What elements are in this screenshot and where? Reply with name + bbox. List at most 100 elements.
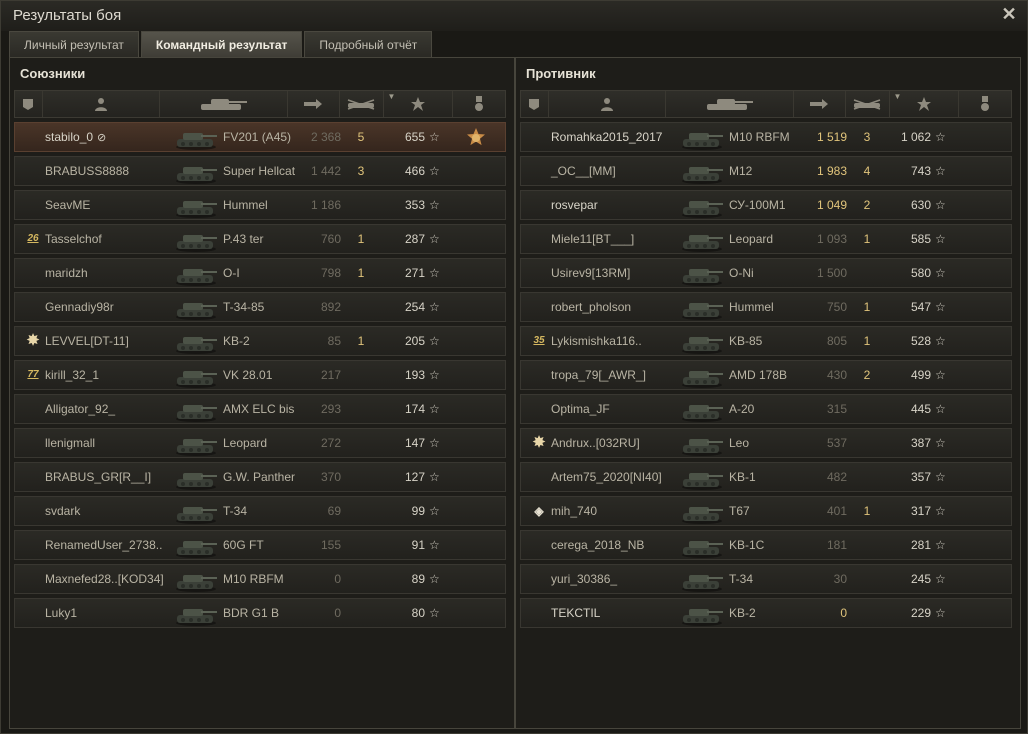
header-vehicle-icon[interactable] [666,91,794,117]
player-row[interactable]: TEKCTIL KB-2 0 229 ☆ [520,598,1012,628]
player-name-cell: Alligator_92_ [21,395,171,423]
player-row[interactable]: stabilo_0 ⊘ FV201 (A45) 2 368 5 655 ☆ [14,122,506,152]
player-row[interactable]: 26 Tasselchof P.43 ter 760 1 287 ☆ [14,224,506,254]
player-name-cell: ✸ LEVVEL[DT-11] [21,327,171,355]
rank-badge-icon: 35 [533,335,545,346]
tank-icon [679,397,725,423]
player-row[interactable]: Alligator_92_ AMX ELC bis 293 174 ☆ [14,394,506,424]
xp-value: 229 [910,606,931,620]
header-player-icon[interactable] [549,91,667,117]
player-row[interactable]: Usirev9[13RM] O-Ni 1 500 580 ☆ [520,258,1012,288]
damage-value: 2 368 [310,130,341,144]
player-name: Gennadiy98r [45,300,114,314]
tank-icon [173,465,219,491]
player-name-cell: Usirev9[13RM] [527,259,677,287]
xp-star-icon: ☆ [935,572,946,586]
close-icon[interactable]: ✕ [999,4,1019,24]
tank-icon [679,261,725,287]
tank-icon [679,533,725,559]
header-kills-icon[interactable] [340,91,384,117]
player-row[interactable]: cerega_2018_NB KB-1C 181 281 ☆ [520,530,1012,560]
player-row[interactable]: rosvepar СУ-100М1 1 049 2 630 ☆ [520,190,1012,220]
tank-icon [679,295,725,321]
player-row[interactable]: ✸ LEVVEL[DT-11] KB-2 85 1 205 ☆ [14,326,506,356]
xp-star-icon: ☆ [935,130,946,144]
tab-detailed-report[interactable]: Подробный отчёт [304,31,433,57]
kills-value [859,531,875,559]
damage-value: 750 [826,300,847,314]
damage-value: 1 186 [310,198,341,212]
tab-team-result[interactable]: Командный результат [140,31,303,57]
player-row[interactable]: RenamedUser_2738.. 60G FT 155 91 ☆ [14,530,506,560]
xp-value: 281 [910,538,931,552]
damage-value: 1 442 [310,164,341,178]
xp-value: 127 [404,470,425,484]
medal-icon[interactable] [465,127,487,149]
xp-value: 89 [411,572,425,586]
player-row[interactable]: llenigmall Leopard 272 147 ☆ [14,428,506,458]
header-damage-icon[interactable] [794,91,846,117]
player-row[interactable]: svdark T-34 69 99 ☆ [14,496,506,526]
header-squad-icon[interactable] [15,91,43,117]
player-name-cell: RenamedUser_2738.. [21,531,171,559]
xp-value: 743 [910,164,931,178]
damage-value: 85 [327,334,341,348]
header-vehicle-icon[interactable] [160,91,288,117]
kills-value: 1 [863,504,871,518]
player-row[interactable]: SeavME Hummel 1 186 353 ☆ [14,190,506,220]
player-row[interactable]: Miele11[BT___] Leopard 1 093 1 585 ☆ [520,224,1012,254]
player-row[interactable]: Luky1 BDR G1 B 0 80 ☆ [14,598,506,628]
player-row[interactable]: _OC__[MM] M12 1 983 4 743 ☆ [520,156,1012,186]
header-damage-icon[interactable] [288,91,340,117]
player-name-cell: BRABUS_GR[R__I] [21,463,171,491]
tank-icon [173,397,219,423]
xp-star-icon: ☆ [429,368,440,382]
header-player-icon[interactable] [43,91,161,117]
kills-value [859,259,875,287]
tank-icon [173,431,219,457]
player-row[interactable]: tropa_79[_AWR_] AMD 178B 430 2 499 ☆ [520,360,1012,390]
damage-value: 805 [826,334,847,348]
player-name: Maxnefed28..[KOD34] [45,572,164,586]
player-row[interactable]: yuri_30386_ T-34 30 245 ☆ [520,564,1012,594]
header-xp-star-icon[interactable]: ▼ [384,91,454,117]
player-row[interactable]: robert_pholson Hummel 750 1 547 ☆ [520,292,1012,322]
enemies-column-headers: ▼ [520,90,1012,118]
player-row[interactable]: 77 kirill_32_1 VK 28.01 217 193 ☆ [14,360,506,390]
tank-icon [173,601,219,627]
header-squad-icon[interactable] [521,91,549,117]
xp-value: 547 [910,300,931,314]
player-row[interactable]: BRABUS_GR[R__I] G.W. Panther 370 127 ☆ [14,462,506,492]
player-row[interactable]: BRABUSS8888 Super Hellcat 1 442 3 466 ☆ [14,156,506,186]
player-row[interactable]: ✸ Andrux..[032RU] Leo 537 387 ☆ [520,428,1012,458]
xp-value: 80 [411,606,425,620]
kills-value [353,429,369,457]
player-name-cell: Romahka2015_2017 [527,123,677,151]
tank-icon [679,125,725,151]
header-medal-icon[interactable] [959,91,1011,117]
player-row[interactable]: Optima_JF A-20 315 445 ☆ [520,394,1012,424]
tab-personal-result[interactable]: Личный результат [9,31,139,57]
player-row[interactable]: maridzh O-I 798 1 271 ☆ [14,258,506,288]
xp-star-icon: ☆ [935,198,946,212]
xp-star-icon: ☆ [429,538,440,552]
player-name-cell: tropa_79[_AWR_] [527,361,677,389]
kills-value [353,293,369,321]
player-row[interactable]: ◈ mih_740 T67 401 1 317 ☆ [520,496,1012,526]
damage-value: 370 [320,470,341,484]
xp-star-icon: ☆ [935,538,946,552]
damage-value: 1 500 [816,266,847,280]
player-name-cell: maridzh [21,259,171,287]
tank-icon [173,329,219,355]
header-medal-icon[interactable] [453,91,505,117]
player-row[interactable]: Artem75_2020[NI40] KB-1 482 357 ☆ [520,462,1012,492]
player-name-cell: BRABUSS8888 [21,157,171,185]
player-row[interactable]: 35 Lykismishka116.. KB-85 805 1 528 ☆ [520,326,1012,356]
player-row[interactable]: Romahka2015_2017 M10 RBFM 1 519 3 1 062 ☆ [520,122,1012,152]
header-xp-star-icon[interactable]: ▼ [890,91,960,117]
header-kills-icon[interactable] [846,91,890,117]
player-row[interactable]: Gennadiy98r T-34-85 892 254 ☆ [14,292,506,322]
rank-badge-icon: 77 [27,369,39,380]
player-row[interactable]: Maxnefed28..[KOD34] M10 RBFM 0 89 ☆ [14,564,506,594]
player-name-cell: Gennadiy98r [21,293,171,321]
